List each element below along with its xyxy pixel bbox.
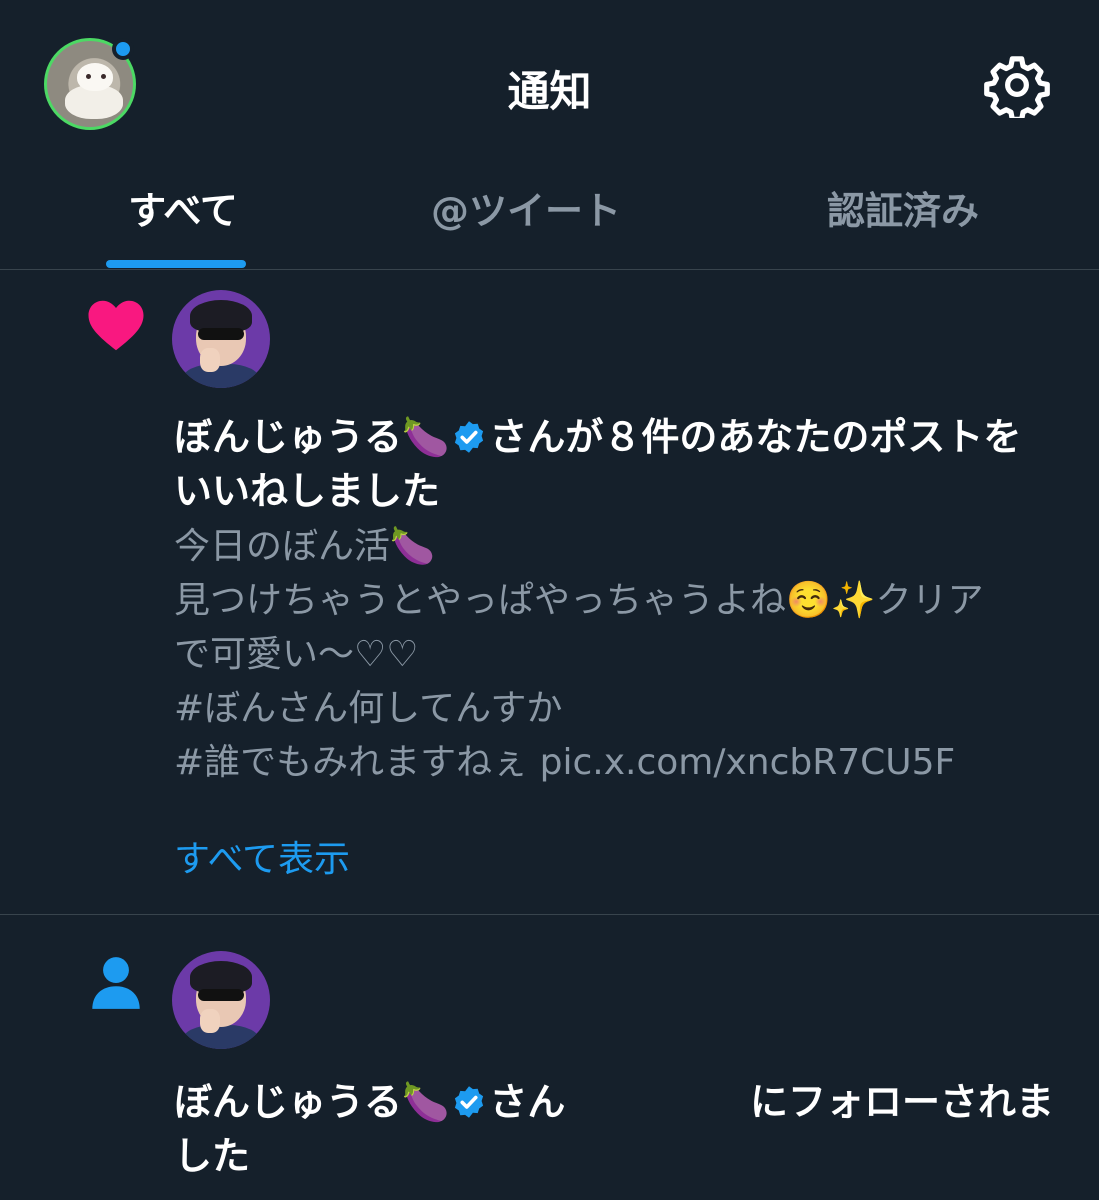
notification-follow[interactable]: ぼんじゅうる🍆 さん にフォローされま した xyxy=(0,915,1099,1200)
gear-icon[interactable] xyxy=(984,52,1050,118)
avatar-shirt xyxy=(182,364,260,388)
avatar-hand xyxy=(200,1009,220,1033)
tab-mentions[interactable]: @ツイート xyxy=(343,180,709,235)
user-name[interactable]: ぼんじゅうる🍆 xyxy=(174,1080,449,1124)
user-avatar[interactable] xyxy=(172,290,270,388)
action-text: さんが８件のあなたのポストを xyxy=(489,415,1022,459)
avatar-shirt xyxy=(182,1025,260,1049)
header: 通知 xyxy=(0,0,1099,170)
unread-dot xyxy=(112,38,134,60)
post-hashtag[interactable]: #ぼんさん何してんすか xyxy=(174,682,1075,736)
post-line: で可愛い〜♡♡ xyxy=(174,634,419,675)
tab-bar: すべて @ツイート 認証済み xyxy=(0,170,1099,270)
tab-all[interactable]: すべて xyxy=(0,180,366,235)
notification-like[interactable]: ぼんじゅうる🍆 さんが８件のあなたのポストを いいねしました 今日のぼん活🍆 見つ… xyxy=(0,270,1099,915)
page-title: 通知 xyxy=(507,67,592,116)
verified-badge-icon xyxy=(455,421,484,453)
active-tab-indicator xyxy=(106,260,246,268)
action-text-cont: いいねしました xyxy=(174,469,441,513)
notification-text: ぼんじゅうる🍆 さんが８件のあなたのポストを xyxy=(174,410,1069,464)
avatar-sunglasses xyxy=(198,328,244,340)
tab-verified[interactable]: 認証済み xyxy=(720,180,1086,235)
user-name[interactable]: ぼんじゅうる🍆 xyxy=(174,415,449,459)
person-icon xyxy=(92,957,140,1009)
action-text-cont: した xyxy=(174,1134,251,1178)
avatar-hand xyxy=(200,348,220,372)
post-line: 見つけちゃうとやっぱやっちゃうよね☺️✨クリア xyxy=(174,580,984,621)
action-text-right: にフォローされま xyxy=(750,1080,1055,1124)
heart-icon xyxy=(88,300,144,351)
avatar-sunglasses xyxy=(198,989,244,1001)
user-avatar[interactable] xyxy=(172,951,270,1049)
verified-badge-icon xyxy=(455,1086,484,1118)
action-text: さん xyxy=(489,1080,566,1124)
post-preview[interactable]: 今日のぼん活🍆 見つけちゃうとやっぱやっちゃうよね☺️✨クリア で可愛い〜♡♡ … xyxy=(174,520,1075,790)
post-hashtag-link[interactable]: #誰でもみれますねぇ pic.x.com/xncbR7CU5F xyxy=(174,736,1075,790)
show-all-link[interactable]: すべて表示 xyxy=(174,830,350,882)
post-line: 今日のぼん活🍆 xyxy=(174,526,435,567)
